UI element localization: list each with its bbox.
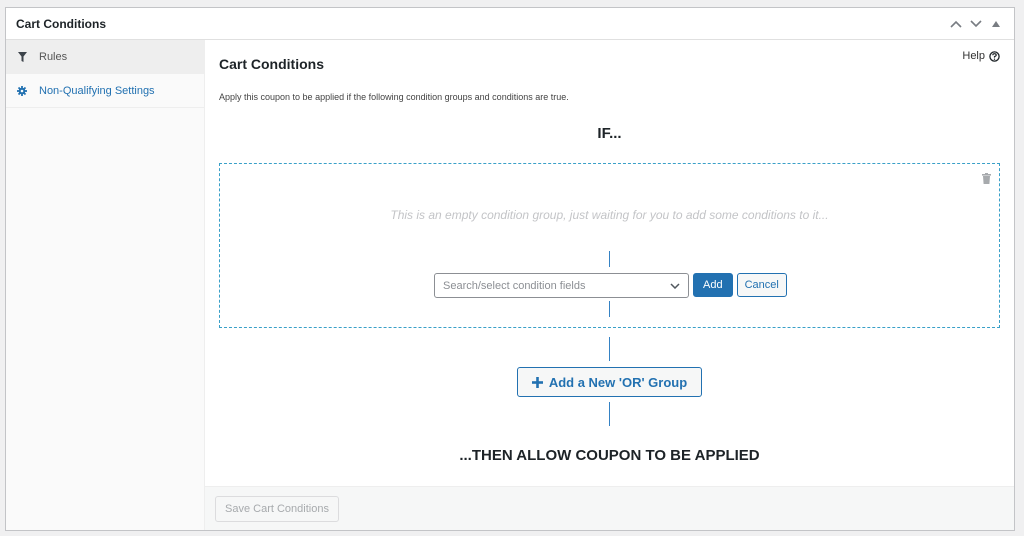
select-placeholder: Search/select condition fields [443, 279, 586, 292]
connector-line [609, 251, 610, 267]
sidebar-item-label: Non-Qualifying Settings [39, 84, 155, 97]
chevron-up-icon [950, 20, 962, 28]
triangle-up-icon [992, 20, 1000, 27]
then-label: ...THEN ALLOW COUPON TO BE APPLIED [459, 447, 760, 464]
sidebar-item-non-qualifying-settings[interactable]: Non-Qualifying Settings [6, 74, 204, 108]
help-link[interactable]: Help [962, 50, 1000, 62]
postbox-title: Cart Conditions [16, 16, 106, 31]
main-panel: Help Cart Conditions Apply this coupon t… [205, 40, 1014, 530]
plus-icon [531, 376, 543, 388]
add-or-group-label: Add a New 'OR' Group [548, 374, 688, 390]
if-label: IF... [205, 125, 1014, 142]
help-circle-icon [989, 50, 1000, 62]
sidebar: Rules Non-Qualifying Settings [6, 40, 205, 530]
save-cart-conditions-button[interactable]: Save Cart Conditions [215, 496, 339, 522]
handle-actions [948, 16, 1004, 32]
description: Apply this coupon to be applied if the f… [219, 92, 569, 102]
add-condition-button[interactable]: Add [693, 273, 733, 297]
empty-group-message: This is an empty condition group, just w… [390, 208, 829, 222]
gear-icon [16, 85, 28, 96]
toggle-panel-button[interactable] [988, 16, 1004, 32]
move-down-button[interactable] [968, 16, 984, 32]
condition-field-select[interactable]: Search/select condition fields [434, 273, 689, 298]
trash-icon [982, 173, 991, 184]
filter-icon [16, 51, 28, 62]
connector-line [609, 301, 610, 317]
footer: Save Cart Conditions [205, 486, 1014, 530]
panel: Rules Non-Qualifying Settings Help Cart … [6, 40, 1014, 530]
delete-group-button[interactable] [982, 171, 991, 189]
section-title: Cart Conditions [219, 56, 324, 72]
cart-conditions-postbox: Cart Conditions Rules Non-Qualifying Set… [5, 7, 1015, 531]
postbox-header: Cart Conditions [6, 8, 1014, 40]
add-or-group-button[interactable]: Add a New 'OR' Group [517, 367, 702, 397]
if-label-text: IF... [597, 125, 622, 142]
conditions-content: Help Cart Conditions Apply this coupon t… [205, 40, 1014, 488]
connector-line [609, 402, 610, 426]
chevron-down-icon [970, 19, 982, 27]
sidebar-item-rules[interactable]: Rules [6, 40, 204, 74]
move-up-button[interactable] [948, 16, 964, 32]
help-label: Help [962, 50, 985, 62]
condition-group: This is an empty condition group, just w… [219, 163, 1000, 328]
connector-line [609, 337, 610, 361]
condition-field-row: Search/select condition fields Add Cance… [434, 273, 787, 298]
chevron-down-icon [670, 282, 680, 289]
cancel-button[interactable]: Cancel [736, 273, 787, 297]
sidebar-item-label: Rules [39, 50, 68, 63]
